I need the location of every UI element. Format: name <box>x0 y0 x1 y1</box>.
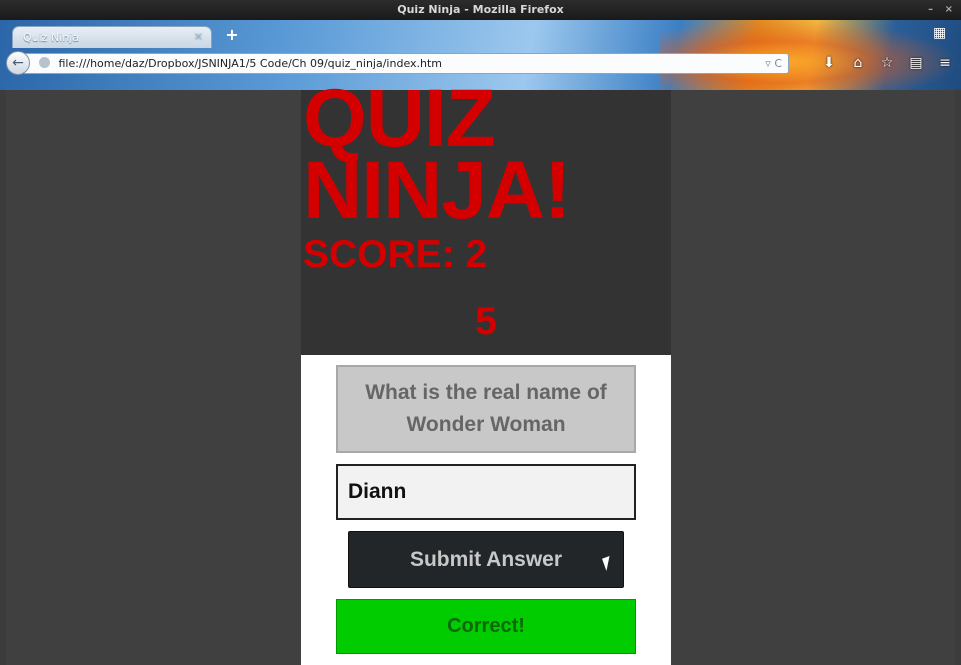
reading-list-icon[interactable]: ▤ <box>908 54 924 72</box>
submit-answer-button[interactable]: Submit Answer <box>348 531 624 588</box>
back-button[interactable]: ← <box>6 51 30 75</box>
answer-input[interactable] <box>336 464 636 520</box>
home-icon[interactable]: ⌂ <box>850 54 866 72</box>
download-icon[interactable]: ⬇ <box>821 54 837 72</box>
timer-display: 5 <box>301 300 671 344</box>
quiz-container: QUIZ NINJA! SCORE: 2 5 What is the real … <box>301 78 671 665</box>
reload-icon[interactable]: ▿ C <box>765 54 782 73</box>
new-tab-icon[interactable]: + <box>224 26 240 44</box>
toolbar-icons: ⬇ ⌂ ☆ ▤ ≡ <box>821 54 953 72</box>
window-title: Quiz Ninja - Mozilla Firefox <box>397 3 564 16</box>
window-controls[interactable]: – × <box>928 0 957 20</box>
back-arrow-icon: ← <box>12 55 24 71</box>
feedback-message: Correct! <box>336 599 636 654</box>
url-text: file:///home/daz/Dropbox/JSNINJA1/5 Code… <box>58 57 443 70</box>
site-identity-icon[interactable] <box>39 57 50 68</box>
tab-quiz-ninja[interactable]: Quiz Ninja × <box>12 26 212 48</box>
tab-label: Quiz Ninja <box>23 31 80 44</box>
question-box: What is the real name of Wonder Woman <box>336 365 636 453</box>
window-title-bar: Quiz Ninja - Mozilla Firefox – × <box>0 0 961 20</box>
page-viewport: QUIZ NINJA! SCORE: 2 5 What is the real … <box>6 78 955 665</box>
navigation-bar: ← file:///home/daz/Dropbox/JSNINJA1/5 Co… <box>0 48 961 78</box>
score-display: SCORE: 2 <box>303 233 488 276</box>
tab-close-icon[interactable]: × <box>194 30 203 43</box>
quiz-header: QUIZ NINJA! SCORE: 2 5 <box>301 78 671 355</box>
logo-line-2: NINJA! <box>303 145 571 236</box>
tab-groups-icon[interactable]: ▦ <box>933 25 951 43</box>
quiz-logo: QUIZ NINJA! <box>303 78 571 236</box>
timer-value: 5 <box>475 300 497 343</box>
menu-icon[interactable]: ≡ <box>937 54 953 72</box>
bookmark-star-icon[interactable]: ☆ <box>879 54 895 72</box>
url-bar[interactable]: file:///home/daz/Dropbox/JSNINJA1/5 Code… <box>24 53 789 74</box>
